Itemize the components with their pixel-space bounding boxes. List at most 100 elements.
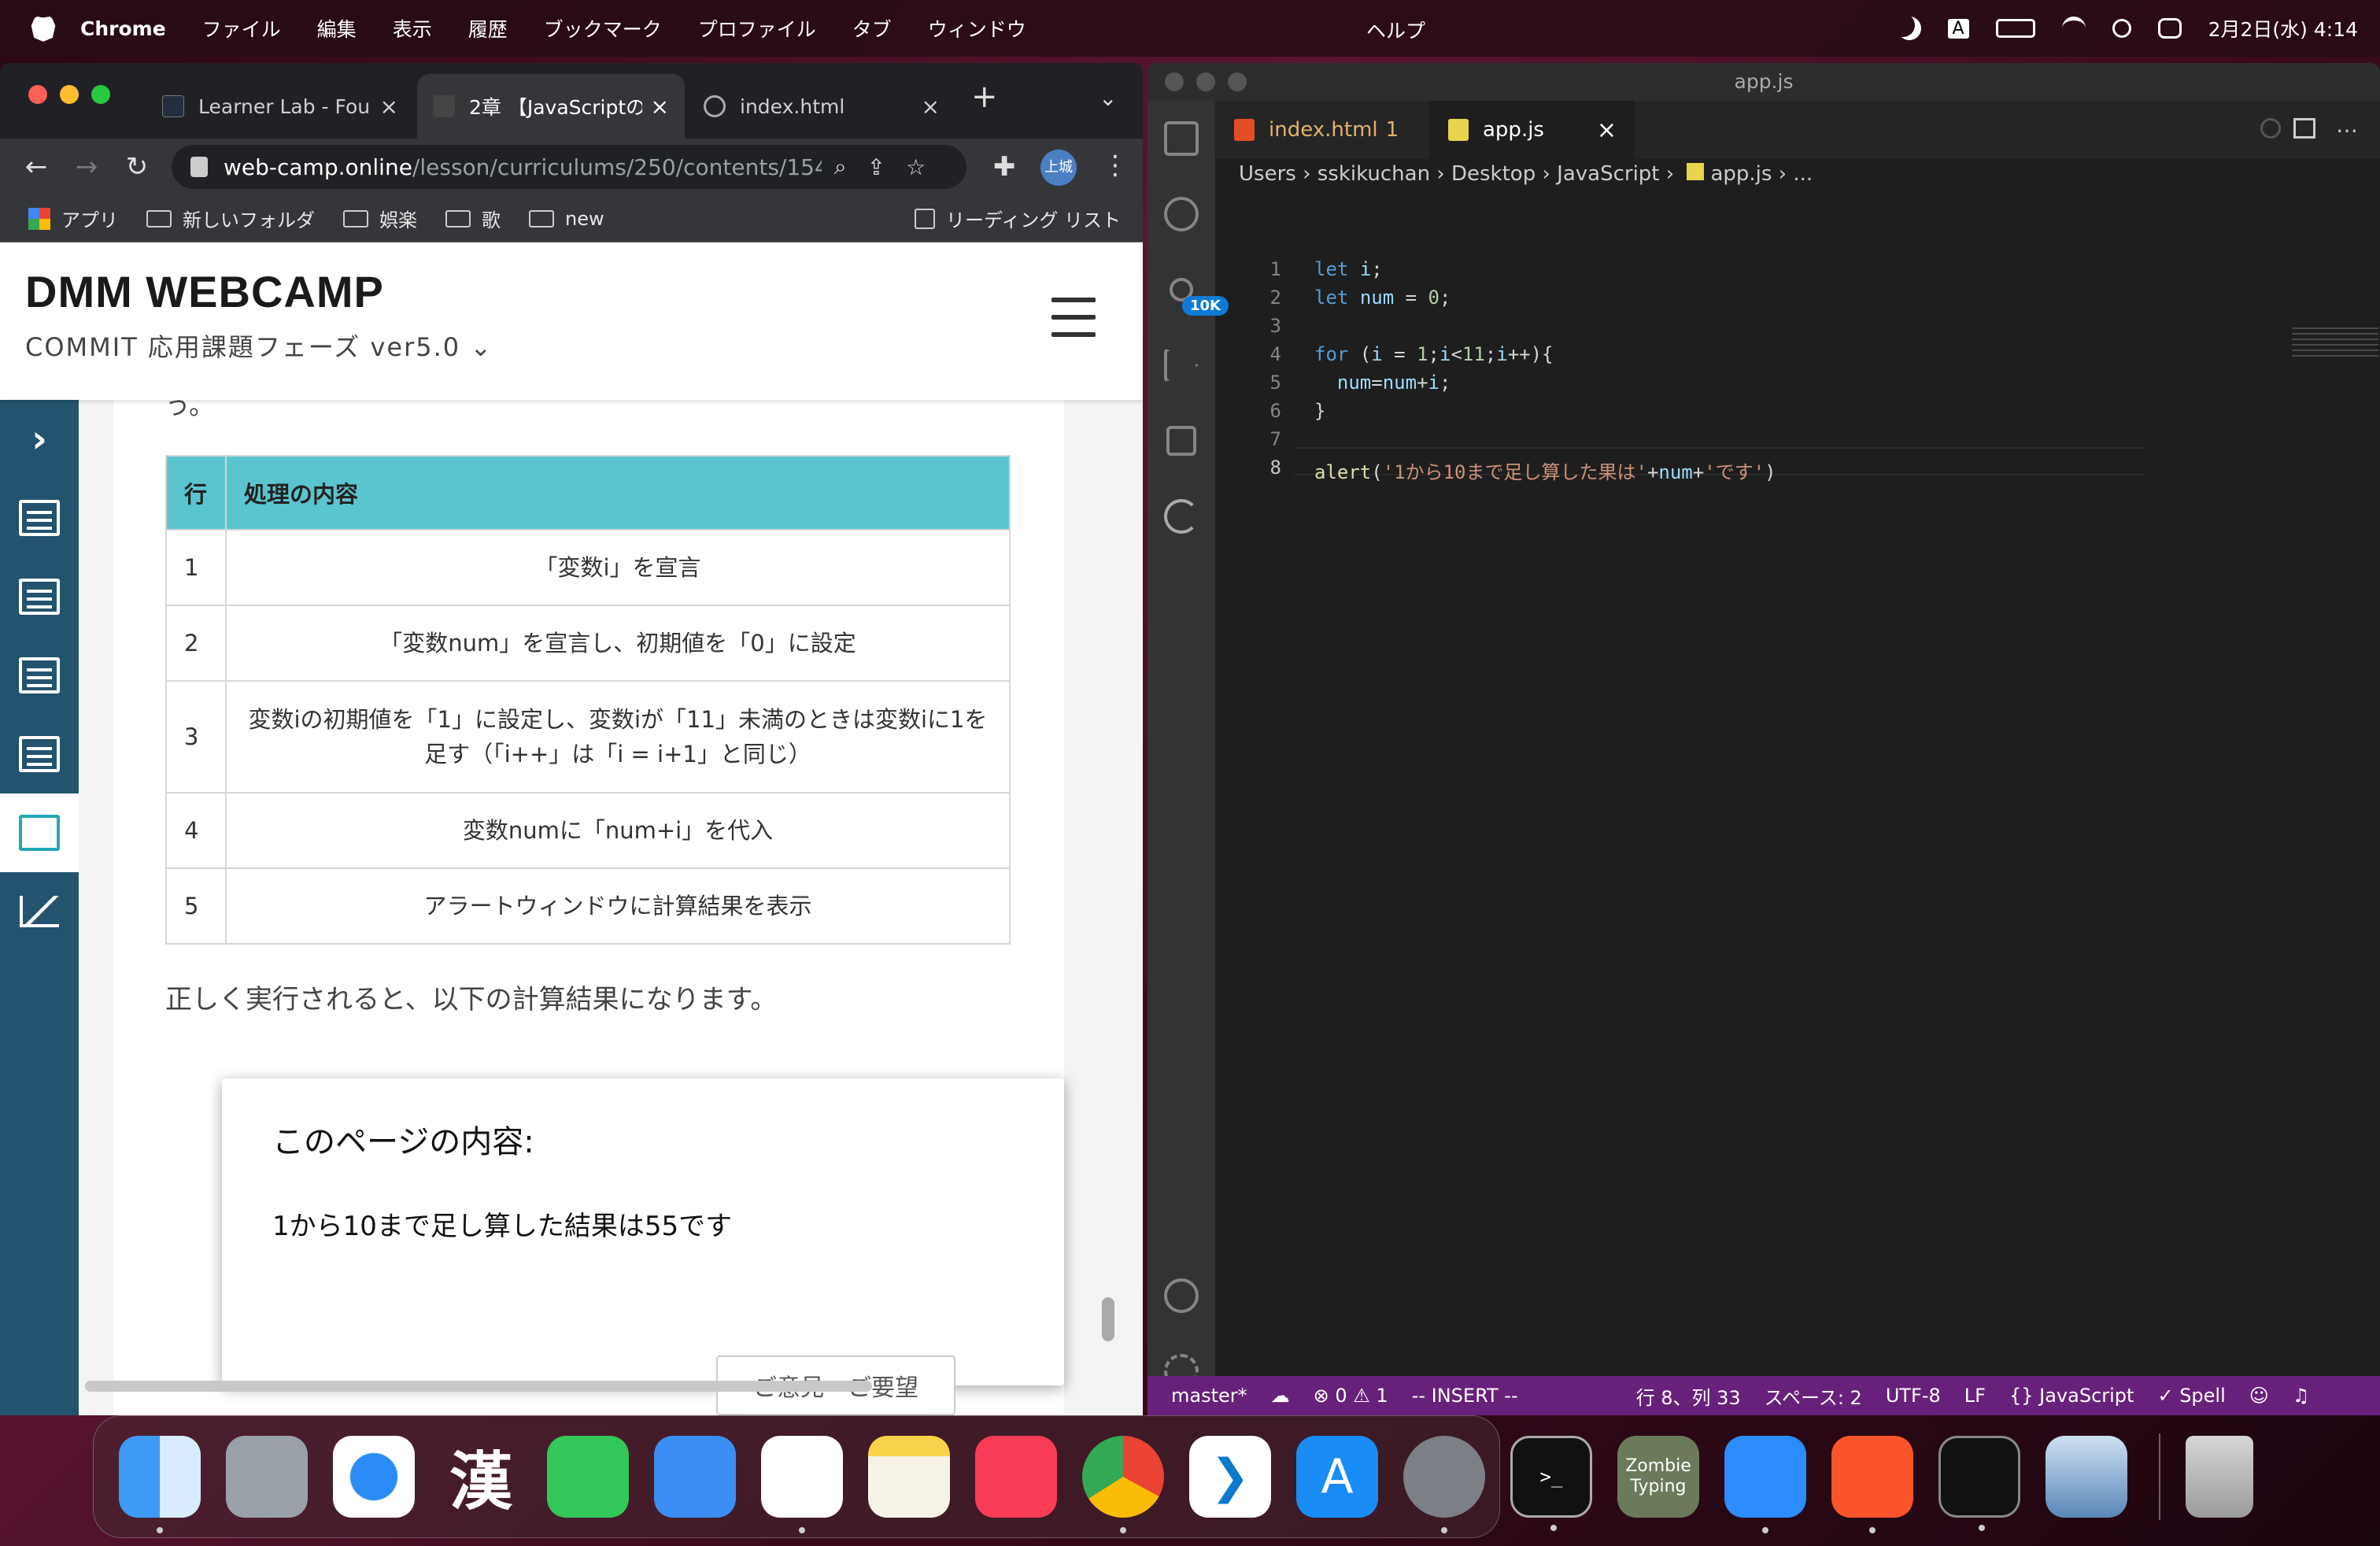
edge-devtools-icon[interactable] xyxy=(1148,479,1215,554)
new-tab-button[interactable]: + xyxy=(971,79,998,115)
tab-index-html[interactable]: index.html × xyxy=(688,74,955,139)
horizontal-scrollbar[interactable] xyxy=(85,1381,872,1392)
open-changes-icon[interactable] xyxy=(2260,118,2281,139)
split-editor-icon[interactable] xyxy=(2293,118,2315,139)
clock[interactable]: 2月2日(水) 4:14 xyxy=(2208,14,2358,43)
minimize-window-icon[interactable] xyxy=(60,85,79,104)
menu-window[interactable]: ウィンドウ xyxy=(928,14,1026,43)
accounts-icon[interactable] xyxy=(1148,1258,1215,1333)
close-tab-icon[interactable]: × xyxy=(1597,117,1617,144)
breadcrumb-item[interactable]: ... xyxy=(1793,162,1813,186)
tab-webcamp[interactable]: 2章 【JavaScriptの × xyxy=(417,74,685,139)
tab-search-icon[interactable]: ⌄ xyxy=(1099,85,1117,111)
apple-icon[interactable] xyxy=(31,16,56,42)
zoom-icon[interactable]: ⌕ xyxy=(834,153,847,180)
brave-icon[interactable] xyxy=(1831,1436,1913,1533)
sidebar-item-js[interactable] xyxy=(0,793,79,872)
notes-icon[interactable] xyxy=(868,1436,950,1518)
terminal-icon[interactable]: >_ xyxy=(1510,1436,1592,1531)
messages-icon[interactable] xyxy=(547,1436,629,1518)
address-bar[interactable]: web-camp.online/lesson/curriculums/250/c… xyxy=(172,145,966,189)
sidebar-item-content[interactable] xyxy=(0,715,79,793)
search-icon[interactable] xyxy=(1148,176,1215,252)
site-logo[interactable]: DMM WEBCAMP xyxy=(25,266,384,317)
tab-app-js[interactable]: app.js × xyxy=(1429,101,1634,159)
battery-icon[interactable] xyxy=(1995,19,2035,38)
wifi-icon[interactable] xyxy=(2061,17,2086,40)
close-tab-icon[interactable]: × xyxy=(922,94,940,120)
hamburger-menu-icon[interactable] xyxy=(1051,298,1096,337)
chrome-icon[interactable] xyxy=(1082,1436,1164,1533)
extensions-icon[interactable] xyxy=(1148,403,1215,479)
breadcrumb-item[interactable]: Desktop xyxy=(1451,162,1536,186)
back-icon[interactable]: ← xyxy=(22,153,50,181)
run-debug-icon[interactable] xyxy=(1148,327,1215,403)
menu-app-name[interactable]: Chrome xyxy=(80,17,166,40)
activity-monitor-icon[interactable] xyxy=(1938,1436,2020,1531)
app-store-icon[interactable]: A xyxy=(1296,1436,1378,1518)
zoom-window-icon[interactable] xyxy=(91,85,110,104)
music-icon[interactable] xyxy=(975,1436,1057,1518)
menu-history[interactable]: 履歴 xyxy=(468,14,508,43)
bookmark-apps[interactable]: アプリ xyxy=(28,205,118,232)
breadcrumb-item[interactable]: Users xyxy=(1239,162,1296,186)
control-center-icon[interactable] xyxy=(2157,18,2182,39)
spell-check-indicator[interactable]: ✓ Spell xyxy=(2157,1385,2225,1407)
chrome-menu-icon[interactable]: ⋮ xyxy=(1102,150,1129,181)
branch-indicator[interactable]: master* xyxy=(1171,1385,1247,1407)
sidebar-expand-button[interactable]: › xyxy=(0,400,79,479)
language-mode[interactable]: {} JavaScript xyxy=(2009,1385,2134,1407)
close-window-icon[interactable] xyxy=(28,85,47,104)
sidebar-item-content[interactable] xyxy=(0,557,79,636)
system-preferences-icon[interactable] xyxy=(1403,1436,1485,1533)
bookmark-folder[interactable]: 新しいフォルダ xyxy=(146,205,315,232)
search-icon[interactable] xyxy=(2112,19,2131,38)
kanji-app-icon[interactable]: 漢 xyxy=(440,1436,522,1518)
reload-icon[interactable]: ↻ xyxy=(123,153,151,181)
cursor-position[interactable]: 行 8、列 33 xyxy=(1636,1382,1741,1410)
reading-list[interactable]: リーディング リスト xyxy=(915,205,1121,232)
menu-edit[interactable]: 編集 xyxy=(317,14,357,43)
breadcrumb-item[interactable]: JavaScript xyxy=(1557,162,1659,186)
extensions-icon[interactable]: ✚ xyxy=(993,151,1016,183)
indentation-indicator[interactable]: スペース: 2 xyxy=(1765,1382,1862,1410)
zoom-icon[interactable] xyxy=(1724,1436,1806,1533)
slack-icon[interactable] xyxy=(761,1436,843,1533)
close-tab-icon[interactable]: × xyxy=(651,94,669,120)
menu-view[interactable]: 表示 xyxy=(393,14,432,43)
zombie-typing-icon[interactable]: Zombie Typing xyxy=(1617,1436,1699,1518)
eol-indicator[interactable]: LF xyxy=(1964,1385,1986,1407)
menu-file[interactable]: ファイル xyxy=(202,14,281,43)
encoding-indicator[interactable]: UTF-8 xyxy=(1886,1385,1941,1407)
bookmark-star-icon[interactable]: ☆ xyxy=(906,154,926,180)
trash-icon[interactable] xyxy=(2186,1436,2253,1518)
breadcrumb-item[interactable]: sskikuchan xyxy=(1318,162,1430,186)
menu-help[interactable]: ヘルプ xyxy=(1366,16,1425,44)
moon-icon[interactable] xyxy=(1898,17,1921,40)
breadcrumb-item[interactable]: app.js xyxy=(1710,162,1772,186)
explorer-icon[interactable] xyxy=(1148,101,1215,176)
vscode-icon[interactable]: ❯ xyxy=(1189,1436,1271,1518)
zoom-window-icon[interactable] xyxy=(1228,72,1247,91)
mail-icon[interactable] xyxy=(654,1436,736,1518)
code-editor[interactable]: 1 2 3 4 5 6 7 8 let i; let num = 0; for … xyxy=(1215,194,2380,1374)
tab-learner-lab[interactable]: Learner Lab - Foun × xyxy=(146,74,414,139)
course-selector[interactable]: COMMIT 応用課題フェーズ ver5.0 ⌄ xyxy=(25,327,493,364)
menu-tab[interactable]: タブ xyxy=(852,14,892,43)
feedback-icon[interactable]: ☺ xyxy=(2249,1385,2269,1407)
close-tab-icon[interactable]: × xyxy=(380,94,398,120)
problems-indicator[interactable]: ⊗ 0 ⚠ 1 xyxy=(1314,1385,1388,1407)
notifications-icon[interactable]: ♫ xyxy=(2293,1385,2310,1407)
sidebar-item-content[interactable] xyxy=(0,479,79,557)
share-icon[interactable]: ⇪ xyxy=(867,154,885,180)
input-source-indicator[interactable]: A xyxy=(1947,18,1969,39)
tab-index-html[interactable]: index.html 1 xyxy=(1215,101,1428,159)
sidebar-item-progress[interactable] xyxy=(0,872,79,951)
source-control-icon[interactable]: 10K xyxy=(1148,252,1229,327)
sidebar-item-content[interactable] xyxy=(0,636,79,715)
safari-icon[interactable] xyxy=(333,1436,415,1518)
menu-bookmarks[interactable]: ブックマーク xyxy=(544,14,662,43)
close-window-icon[interactable] xyxy=(1165,72,1184,91)
launchpad-icon[interactable] xyxy=(226,1436,308,1518)
profile-avatar[interactable]: 上城 xyxy=(1040,150,1077,186)
